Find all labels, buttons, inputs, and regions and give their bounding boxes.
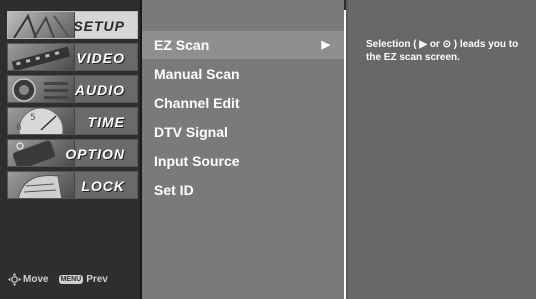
category-setup[interactable]: SETUP bbox=[7, 11, 138, 39]
move-label: Move bbox=[23, 274, 49, 285]
setup-menu-list: EZ Scan ▶ Manual Scan Channel Edit DTV S… bbox=[142, 0, 344, 299]
category-video[interactable]: VIDEO bbox=[7, 43, 138, 71]
category-label: TIME bbox=[87, 114, 125, 130]
menu-item-label: Set ID bbox=[154, 182, 194, 198]
menu-item-label: Manual Scan bbox=[154, 66, 240, 82]
prev-label: Prev bbox=[86, 274, 108, 285]
svg-text:6: 6 bbox=[16, 123, 22, 133]
help-text: Selection ( ▶ or ⊙ ) leads you to the EZ… bbox=[366, 39, 519, 63]
arrow-right-icon: ▶ bbox=[321, 39, 330, 51]
menu-key-icon: MENU bbox=[58, 274, 84, 284]
category-label: SETUP bbox=[73, 18, 125, 34]
menu-item-label: Input Source bbox=[154, 153, 240, 169]
menu-item-manual-scan[interactable]: Manual Scan bbox=[142, 60, 344, 88]
clock-icon: 6 5 bbox=[8, 108, 75, 134]
lock-icon bbox=[8, 172, 75, 198]
setup-icon bbox=[8, 12, 75, 38]
menu-item-input-source[interactable]: Input Source bbox=[142, 147, 344, 175]
move-icon bbox=[8, 272, 21, 286]
menu-item-set-id[interactable]: Set ID bbox=[142, 176, 344, 204]
category-audio[interactable]: AUDIO bbox=[7, 75, 138, 103]
help-panel: Selection ( ▶ or ⊙ ) leads you to the EZ… bbox=[346, 0, 536, 299]
film-icon bbox=[8, 44, 75, 70]
speaker-icon bbox=[8, 76, 75, 102]
category-label: OPTION bbox=[65, 146, 125, 162]
category-label: AUDIO bbox=[74, 82, 125, 98]
help-header bbox=[348, 0, 536, 24]
menu-item-label: DTV Signal bbox=[154, 124, 228, 140]
category-label: LOCK bbox=[81, 178, 125, 194]
nav-hint: Move MENU Prev bbox=[8, 270, 138, 290]
menu-item-channel-edit[interactable]: Channel Edit bbox=[142, 89, 344, 117]
category-lock[interactable]: LOCK bbox=[7, 171, 138, 199]
menu-item-dtv-signal[interactable]: DTV Signal bbox=[142, 118, 344, 146]
category-time[interactable]: 6 5 TIME bbox=[7, 107, 138, 135]
svg-text:5: 5 bbox=[30, 113, 36, 123]
category-sidebar: SETUP VIDEO AUDIO 6 5 TIME OPTION LOCK M… bbox=[0, 0, 142, 299]
menu-item-label: EZ Scan bbox=[154, 37, 210, 53]
menu-item-ez-scan[interactable]: EZ Scan ▶ bbox=[142, 31, 344, 59]
menu-header bbox=[142, 0, 344, 24]
menu-item-label: Channel Edit bbox=[154, 95, 240, 111]
category-label: VIDEO bbox=[76, 50, 125, 66]
category-option[interactable]: OPTION bbox=[7, 139, 138, 167]
